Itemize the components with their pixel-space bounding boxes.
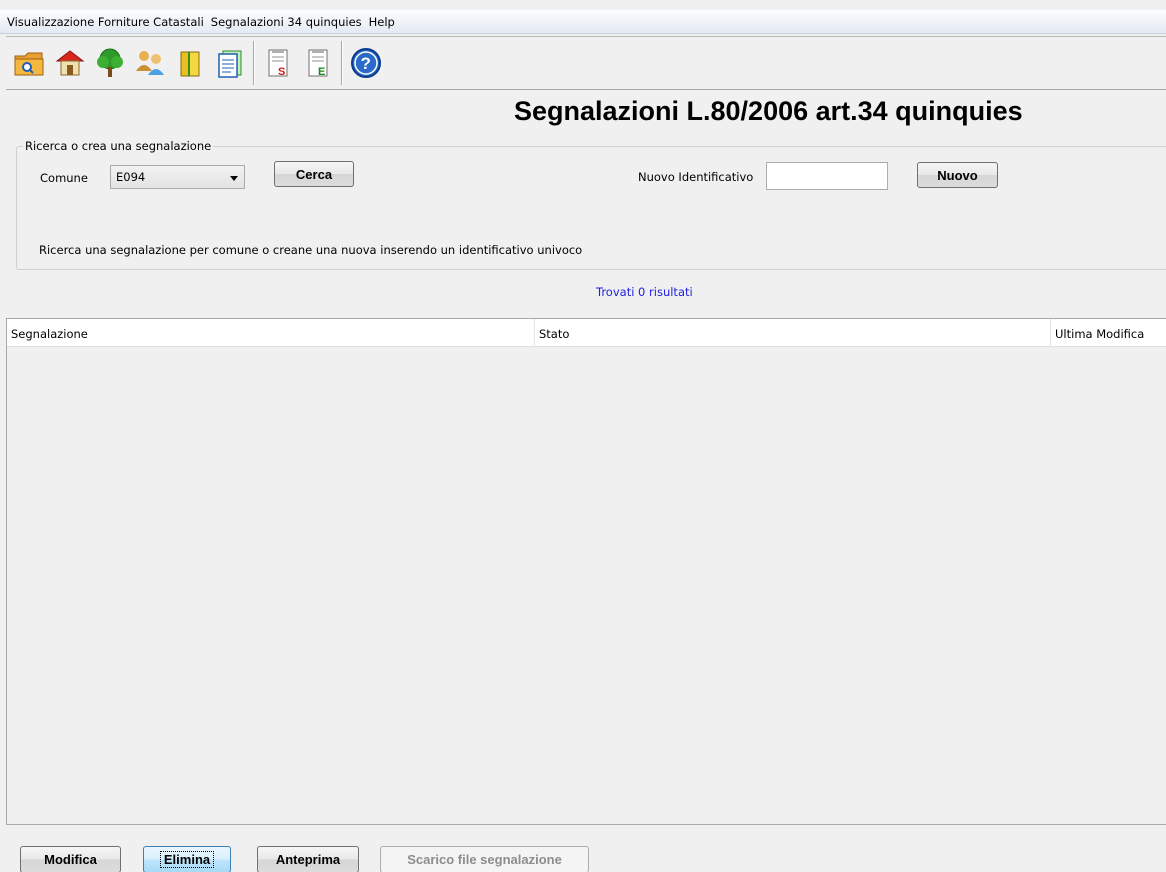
delete-button-label: Elimina xyxy=(159,851,215,868)
svg-text:S: S xyxy=(278,66,285,78)
search-hint: Ricerca una segnalazione per comune o cr… xyxy=(39,243,583,257)
comune-select-value: E094 xyxy=(116,170,146,184)
download-file-button-label: Scarico file segnalazione xyxy=(407,852,562,867)
svg-text:E: E xyxy=(318,66,325,78)
search-group-title: Ricerca o crea una segnalazione xyxy=(23,139,214,153)
toolbar-separator xyxy=(341,41,343,85)
menu-bar: Visualizzazione Forniture Catastali Segn… xyxy=(0,10,1166,34)
menu-help[interactable]: Help xyxy=(367,11,397,33)
comune-label: Comune xyxy=(40,171,88,185)
books-icon[interactable] xyxy=(170,42,210,84)
users-icon[interactable] xyxy=(130,42,170,84)
delete-button[interactable]: Elimina xyxy=(143,846,231,872)
search-button-label: Cerca xyxy=(295,166,333,182)
svg-text:?: ? xyxy=(361,54,371,73)
table-header: Segnalazione Stato Ultima Modifica xyxy=(7,319,1166,347)
preview-button[interactable]: Anteprima xyxy=(257,846,359,872)
new-id-label: Nuovo Identificativo xyxy=(638,170,754,184)
results-count: Trovati 0 risultati xyxy=(596,285,693,299)
help-icon[interactable]: ? xyxy=(346,42,386,84)
toolbar-separator xyxy=(253,41,255,85)
document-list-icon[interactable] xyxy=(210,42,250,84)
new-button[interactable]: Nuovo xyxy=(917,162,998,188)
new-button-label: Nuovo xyxy=(937,167,978,183)
folder-search-icon[interactable] xyxy=(10,42,50,84)
comune-select[interactable]: E094 xyxy=(110,165,245,189)
menu-visualizzazione[interactable]: Visualizzazione Forniture Catastali xyxy=(5,11,206,33)
document-s-icon[interactable]: S xyxy=(258,42,298,84)
tree-icon[interactable] xyxy=(90,42,130,84)
download-file-button: Scarico file segnalazione xyxy=(380,846,589,872)
column-header-segnalazione[interactable]: Segnalazione xyxy=(7,319,88,347)
document-e-icon[interactable]: E xyxy=(298,42,338,84)
modify-button-label: Modifica xyxy=(44,852,97,867)
app-window: Visualizzazione Forniture Catastali Segn… xyxy=(0,0,1166,872)
house-icon[interactable] xyxy=(50,42,90,84)
menu-segnalazioni[interactable]: Segnalazioni 34 quinquies xyxy=(209,11,364,33)
modify-button[interactable]: Modifica xyxy=(20,846,121,872)
preview-button-label: Anteprima xyxy=(275,852,341,867)
toolbar: S E ? xyxy=(6,36,1166,90)
column-header-stato[interactable]: Stato xyxy=(535,319,569,347)
results-table[interactable]: Segnalazione Stato Ultima Modifica xyxy=(6,318,1166,825)
chevron-down-icon xyxy=(230,176,238,181)
search-button[interactable]: Cerca xyxy=(274,161,354,187)
new-id-field[interactable] xyxy=(766,162,888,190)
column-header-ultima-modifica[interactable]: Ultima Modifica xyxy=(1051,319,1144,347)
page-title: Segnalazioni L.80/2006 art.34 quinquies xyxy=(514,96,1023,126)
